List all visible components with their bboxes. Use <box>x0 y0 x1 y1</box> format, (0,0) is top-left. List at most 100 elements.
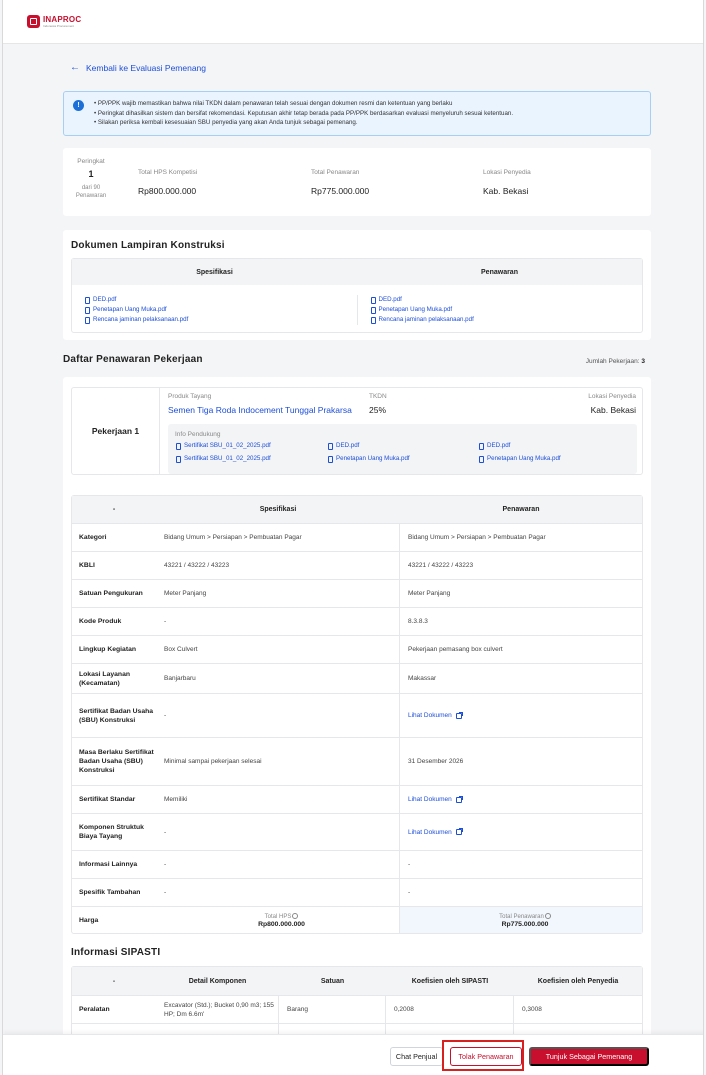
rank-label: Peringkat <box>77 158 105 165</box>
file-icon <box>85 306 90 314</box>
spec-head-dash: - <box>112 506 116 513</box>
logo-icon <box>27 15 40 28</box>
info-circle-icon[interactable] <box>544 912 551 919</box>
file-icon <box>176 455 181 463</box>
sip-label: Peralatan <box>79 1006 110 1013</box>
row-spec: Minimal sampai pekerjaan selesai <box>156 738 400 785</box>
file-link[interactable]: Rencana jaminan pelaksanaan.pdf <box>370 315 643 325</box>
row-label: Sertifikat Standar <box>79 796 136 803</box>
arrow-left-icon: ← <box>70 62 80 73</box>
lihat-dokumen-label: Lihat Dokumen <box>408 796 452 803</box>
table-row: Sertifikat Badan Usaha (SBU) Konstruksi … <box>72 693 642 737</box>
file-icon <box>85 316 90 324</box>
table-row: Informasi Lainnya - - <box>72 850 642 878</box>
back-link[interactable]: ← Kembali ke Evaluasi Pemenang <box>70 62 206 73</box>
logo[interactable]: INAPROC Indonesia Procurement <box>43 14 82 28</box>
dokumen-card: Dokumen Lampiran Konstruksi Spesifikasi … <box>63 230 651 340</box>
row-label: Kode Produk <box>79 618 122 625</box>
table-row: Masa Berlaku Sertifikat Badan Usaha (SBU… <box>72 737 642 785</box>
lokasi-penyedia-label: Lokasi Penyedia <box>588 393 636 400</box>
lihat-dokumen-link[interactable]: Lihat Dokumen <box>408 795 463 803</box>
file-icon <box>85 296 90 304</box>
lokasi-penyedia-value: Kab. Bekasi <box>590 405 636 415</box>
penawaran-file-list: DED.pdf Penetapan Uang Muka.pdf Rencana … <box>356 295 643 325</box>
logo-name: INAPROC <box>43 14 82 24</box>
file-name: DED.pdf <box>93 296 117 303</box>
row-penawaran-cell: Lihat Dokumen <box>400 786 642 813</box>
file-name: DED.pdf <box>378 296 402 303</box>
table-row: Spesifik Tambahan - - <box>72 878 642 906</box>
info-icon: ! <box>73 100 84 111</box>
row-spec: Banjarbaru <box>156 664 400 693</box>
file-icon <box>479 455 484 463</box>
penawaran-total-value: Rp775.000.000 <box>501 920 549 928</box>
table-row: Peralatan Excavator (Std.); Bucket 0,90 … <box>72 995 642 1023</box>
tkdn-label: TKDN <box>369 393 387 400</box>
file-name: Penetapan Uang Muka.pdf <box>378 306 453 313</box>
row-label: Kategori <box>79 534 107 541</box>
row-spec: - <box>156 851 400 878</box>
row-penawaran-cell: Lihat Dokumen <box>400 694 642 737</box>
file-link[interactable]: DED.pdf <box>479 441 510 451</box>
sip-detail: Excavator (Std.); Bucket 0,90 m3; 155 HP… <box>156 996 279 1023</box>
sip-satuan: Barang <box>279 996 386 1023</box>
dokumen-table-header: Spesifikasi Penawaran <box>72 259 642 285</box>
penawaran-block: Total Penawaran Rp775.000.000 <box>311 169 369 196</box>
spec-table-header: - Spesifikasi Penawaran <box>72 496 642 523</box>
app-frame: INAPROC Indonesia Procurement ← Kembali … <box>2 0 704 1075</box>
lihat-dokumen-link[interactable]: Lihat Dokumen <box>408 711 463 719</box>
spec-file-list: DED.pdf Penetapan Uang Muka.pdf Rencana … <box>72 295 357 325</box>
penawaran-value: Rp775.000.000 <box>311 186 370 196</box>
file-link[interactable]: Penetapan Uang Muka.pdf <box>328 454 410 464</box>
sip-koef-sipasti: 0,2008 <box>386 996 514 1023</box>
info-circle-icon[interactable] <box>292 912 299 919</box>
external-link-icon <box>455 828 463 835</box>
hps-label: Total HPS Kompetisi <box>138 169 198 176</box>
pekerjaan-card: Pekerjaan 1 Produk Tayang Semen Tiga Rod… <box>63 377 651 1075</box>
notice-item: Silakan periksa kembali kesesuaian SBU p… <box>94 118 640 128</box>
produk-link[interactable]: Semen Tiga Roda Indocement Tunggal Praka… <box>168 405 352 415</box>
sipasti-header: - Detail Komponen Satuan Koefisien oleh … <box>72 967 642 995</box>
spec-head-penawaran: Penawaran <box>502 506 540 513</box>
harga-penawaran: Total Penawaran Rp775.000.000 <box>400 907 642 933</box>
harga-label: Harga <box>79 916 99 924</box>
tunjuk-pemenang-button[interactable]: Tunjuk Sebagai Pemenang <box>529 1047 649 1066</box>
file-link[interactable]: DED.pdf <box>328 441 359 451</box>
penawaran-total-label: Total Penawaran <box>499 913 544 920</box>
chat-penjual-button[interactable]: Chat Penjual <box>390 1047 443 1066</box>
sip-koef-penyedia: 0,3008 <box>522 1006 542 1013</box>
file-link[interactable]: Sertifikat SBU_01_02_2025.pdf <box>176 454 271 464</box>
file-link[interactable]: Rencana jaminan pelaksanaan.pdf <box>85 315 357 325</box>
file-name: DED.pdf <box>487 442 511 449</box>
file-icon <box>370 306 376 314</box>
file-link[interactable]: Penetapan Uang Muka.pdf <box>85 305 357 315</box>
external-link-icon <box>455 795 463 803</box>
file-link[interactable]: DED.pdf <box>370 295 643 305</box>
file-name: Penetapan Uang Muka.pdf <box>487 455 561 462</box>
file-link[interactable]: Sertifikat SBU_01_02_2025.pdf <box>176 441 271 451</box>
dokumen-table: Spesifikasi Penawaran DED.pdf Penetapan … <box>71 258 643 333</box>
spec-table: - Spesifikasi Penawaran Kategori Bidang … <box>71 495 643 934</box>
table-row: Sertifikat Standar Memiliki Lihat Dokume… <box>72 785 642 813</box>
file-icon <box>328 455 333 463</box>
lihat-dokumen-link[interactable]: Lihat Dokumen <box>408 828 463 836</box>
file-link[interactable]: DED.pdf <box>85 295 357 305</box>
row-penawaran: Meter Panjang <box>408 590 451 597</box>
lokasi-value: Kab. Bekasi <box>483 186 529 196</box>
row-label: Lokasi Layanan (Kecamatan) <box>79 670 130 687</box>
notice-box: ! PP/PPK wajib memastikan bahwa nilai TK… <box>63 91 651 136</box>
file-name: Sertifikat SBU_01_02_2025.pdf <box>184 442 271 449</box>
row-penawaran: Makassar <box>408 675 437 682</box>
row-label: Spesifik Tambahan <box>79 889 141 896</box>
hps-total-value: Rp800.000.000 <box>258 920 305 928</box>
row-label: Informasi Lainnya <box>79 861 138 868</box>
table-row: Lokasi Layanan (Kecamatan) Banjarbaru Ma… <box>72 663 642 693</box>
row-penawaran: Bidang Umum > Persiapan > Pembuatan Paga… <box>408 534 546 541</box>
file-link[interactable]: Penetapan Uang Muka.pdf <box>370 305 643 315</box>
file-link[interactable]: Penetapan Uang Muka.pdf <box>479 454 561 464</box>
notice-item: PP/PPK wajib memastikan bahwa nilai TKDN… <box>94 99 640 109</box>
spec-head-spesifikasi: Spesifikasi <box>259 506 297 513</box>
sipasti-title: Informasi SIPASTI <box>71 947 161 958</box>
sip-head-satuan: Satuan <box>320 977 345 985</box>
hps-value: Rp800.000.000 <box>138 186 197 196</box>
